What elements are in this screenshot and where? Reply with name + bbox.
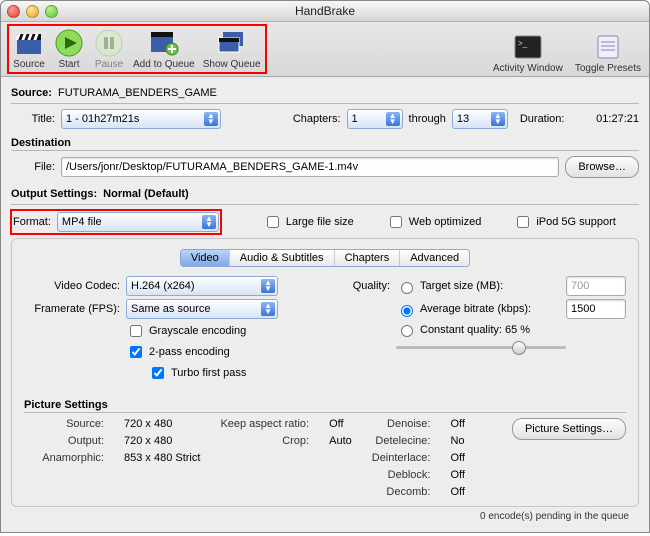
tab-video[interactable]: Video xyxy=(181,250,230,266)
toolbar-main-group: Source Start Pause Add to Queue Show Que… xyxy=(7,24,267,74)
presets-icon xyxy=(593,32,623,62)
file-label: File: xyxy=(11,161,55,173)
chapters-label: Chapters: xyxy=(293,113,341,125)
terminal-icon: >_ xyxy=(513,32,543,62)
format-row: Format: MP4 file▲▼ Large file size Web o… xyxy=(11,210,639,234)
clapper-icon xyxy=(14,28,44,58)
title-label: Title: xyxy=(11,113,55,125)
picture-settings: Picture Settings Source: Output: Anamorp… xyxy=(24,399,626,498)
duration-label: Duration: xyxy=(520,113,565,125)
large-file-checkbox[interactable]: Large file size xyxy=(263,213,354,231)
fps-select[interactable]: Same as source▲▼ xyxy=(126,299,278,319)
content: Source: FUTURAMA_BENDERS_GAME Title: 1 -… xyxy=(1,77,649,532)
tab-advanced[interactable]: Advanced xyxy=(400,250,469,266)
show-queue-button[interactable]: Show Queue xyxy=(203,28,261,70)
const-quality-radio[interactable]: Constant quality: 65 % xyxy=(396,322,530,337)
pic-keep: Off xyxy=(329,418,352,430)
tabbar: Video Audio & Subtitles Chapters Advance… xyxy=(180,249,470,267)
svg-text:>_: >_ xyxy=(518,39,528,48)
source-heading: Source: xyxy=(11,87,52,99)
avg-bitrate-input[interactable] xyxy=(566,299,626,319)
codec-label: Video Codec: xyxy=(24,280,120,292)
activity-button[interactable]: >_ Activity Window xyxy=(493,32,563,74)
dest-heading: Destination xyxy=(11,137,639,149)
titlebar: HandBrake xyxy=(1,1,649,22)
tab-audio[interactable]: Audio & Subtitles xyxy=(230,250,335,266)
pic-crop: Auto xyxy=(329,435,352,447)
duration-value: 01:27:21 xyxy=(596,113,639,125)
fps-label: Framerate (FPS): xyxy=(24,303,120,315)
grayscale-checkbox[interactable]: Grayscale encoding xyxy=(126,322,246,340)
chapter-to-select[interactable]: 13▲▼ xyxy=(452,109,508,129)
start-button[interactable]: Start xyxy=(53,28,85,70)
add-queue-label: Add to Queue xyxy=(133,59,195,70)
add-queue-icon xyxy=(149,28,179,58)
codec-select[interactable]: H.264 (x264)▲▼ xyxy=(126,276,278,296)
activity-label: Activity Window xyxy=(493,63,563,74)
format-select[interactable]: MP4 file▲▼ xyxy=(57,212,219,232)
avg-bitrate-radio[interactable]: Average bitrate (kbps): xyxy=(396,302,531,317)
format-label: Format: xyxy=(13,216,51,228)
show-queue-icon xyxy=(217,28,247,58)
settings-group: Video Audio & Subtitles Chapters Advance… xyxy=(11,238,639,507)
pause-label: Pause xyxy=(95,59,123,70)
status-text: 0 encode(s) pending in the queue xyxy=(11,507,639,528)
ipod-checkbox[interactable]: iPod 5G support xyxy=(513,213,616,231)
source-name: FUTURAMA_BENDERS_GAME xyxy=(58,87,217,99)
source-button[interactable]: Source xyxy=(13,28,45,70)
window-title: HandBrake xyxy=(1,4,649,18)
twopass-checkbox[interactable]: 2-pass encoding xyxy=(126,343,230,361)
video-pane: Video Codec: H.264 (x264)▲▼ Framerate (F… xyxy=(24,273,626,385)
quality-slider[interactable] xyxy=(396,340,566,354)
turbo-checkbox[interactable]: Turbo first pass xyxy=(148,364,246,382)
title-row: Title: 1 - 01h27m21s▲▼ Chapters: 1▲▼ thr… xyxy=(11,109,639,129)
toggle-presets-button[interactable]: Toggle Presets xyxy=(575,32,641,74)
show-queue-label: Show Queue xyxy=(203,59,261,70)
browse-button[interactable]: Browse… xyxy=(565,156,639,178)
file-input[interactable] xyxy=(61,157,559,177)
target-size-radio[interactable]: Target size (MB): xyxy=(396,279,503,294)
window: HandBrake Source Start Pause Add to Queu… xyxy=(0,0,650,533)
dest-row: File: Browse… xyxy=(11,156,639,178)
pic-anam: 853 x 480 Strict xyxy=(124,452,200,464)
toggle-presets-label: Toggle Presets xyxy=(575,63,641,74)
picture-heading: Picture Settings xyxy=(24,399,626,411)
pause-button[interactable]: Pause xyxy=(93,28,125,70)
through-label: through xyxy=(409,113,446,125)
target-size-input xyxy=(566,276,626,296)
preset-name: Normal (Default) xyxy=(103,188,189,200)
chapter-from-select[interactable]: 1▲▼ xyxy=(347,109,403,129)
output-heading: Output Settings: xyxy=(11,188,97,200)
source-label: Source xyxy=(13,59,45,70)
pause-icon xyxy=(94,28,124,58)
play-icon xyxy=(54,28,84,58)
start-label: Start xyxy=(58,59,79,70)
title-select[interactable]: 1 - 01h27m21s▲▼ xyxy=(61,109,221,129)
tab-chapters[interactable]: Chapters xyxy=(335,250,401,266)
pic-output: 720 x 480 xyxy=(124,435,200,447)
pic-source: 720 x 480 xyxy=(124,418,200,430)
web-optimized-checkbox[interactable]: Web optimized xyxy=(386,213,482,231)
toolbar-right-group: >_ Activity Window Toggle Presets xyxy=(493,32,641,74)
add-queue-button[interactable]: Add to Queue xyxy=(133,28,195,70)
toolbar: Source Start Pause Add to Queue Show Que… xyxy=(1,22,649,77)
quality-label: Quality: xyxy=(340,280,390,292)
picture-settings-button[interactable]: Picture Settings… xyxy=(512,418,626,440)
